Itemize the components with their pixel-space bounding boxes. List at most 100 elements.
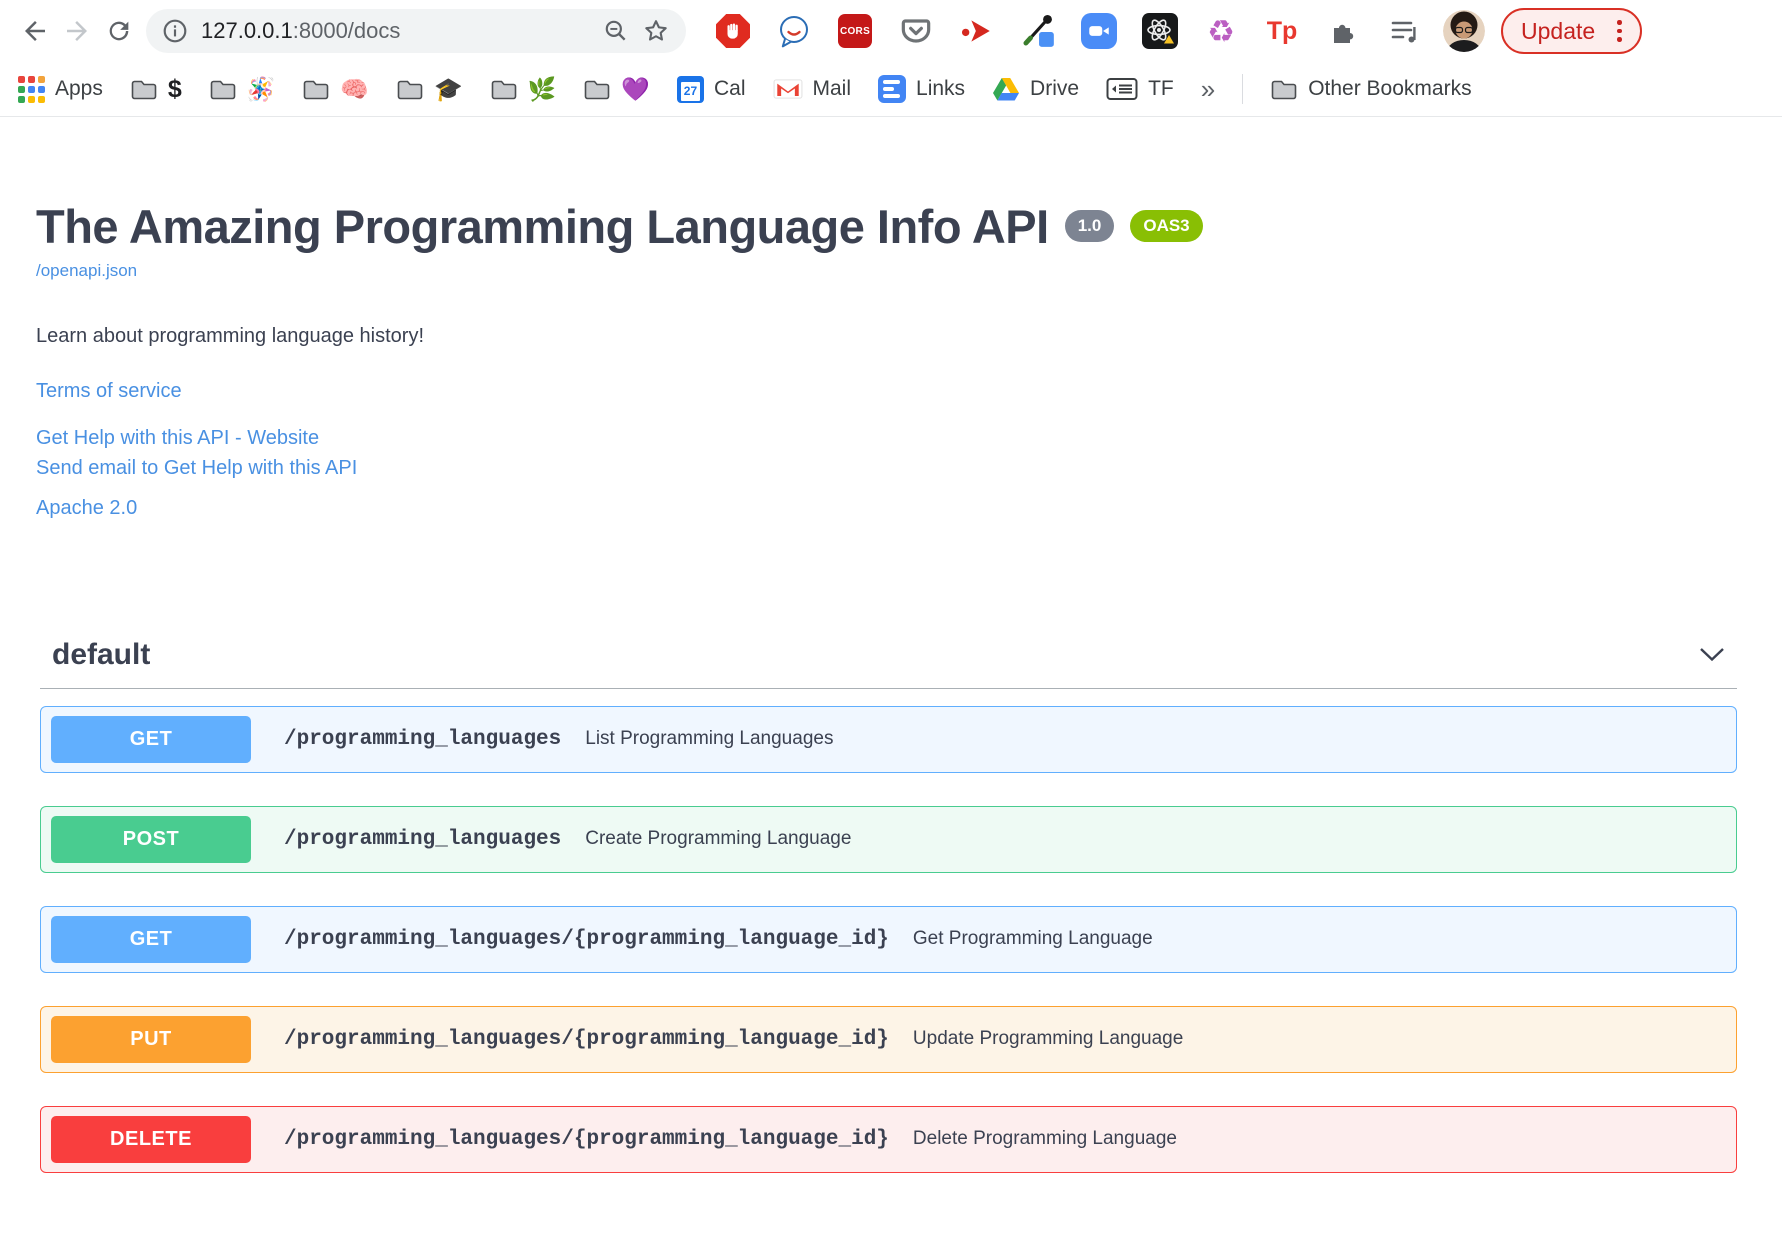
endpoint-summary: Get Programming Language xyxy=(912,928,1153,950)
version-badge: 1.0 xyxy=(1064,210,1115,242)
bookmarks-overflow-button[interactable]: » xyxy=(1201,74,1215,105)
recycle-extension[interactable]: ♻ xyxy=(1202,12,1240,50)
folder-emoji: 🎓 xyxy=(434,75,463,102)
bookmark-label: Apps xyxy=(55,77,103,100)
folder-emoji: 🪅 xyxy=(246,75,276,102)
endpoint-path: /programming_languages/{programming_lang… xyxy=(284,1127,889,1151)
contact-email-link[interactable]: Send email to Get Help with this API xyxy=(36,457,1782,480)
bookmark-folder-brain[interactable]: 🧠 xyxy=(302,75,370,102)
react-devtools-extension[interactable] xyxy=(1141,12,1179,50)
stop-hand-extension[interactable] xyxy=(714,12,752,50)
reload-button[interactable] xyxy=(98,10,140,52)
back-button[interactable] xyxy=(14,10,56,52)
api-info-block: The Amazing Programming Language Info AP… xyxy=(0,117,1782,520)
endpoint-path: /programming_languages xyxy=(284,727,562,751)
tag-title: default xyxy=(52,637,151,671)
pocket-extension[interactable] xyxy=(897,12,935,50)
api-description: Learn about programming language history… xyxy=(36,324,425,347)
stop-hand-icon xyxy=(716,14,750,48)
extensions-row: CORS ♻ Tp xyxy=(714,12,1423,50)
recycle-icon: ♻ xyxy=(1207,13,1235,49)
bookmark-label: TF xyxy=(1148,77,1174,100)
bookmark-links[interactable]: Links xyxy=(878,75,965,103)
bookmark-folder-dollar[interactable]: $ xyxy=(130,74,182,103)
method-badge: GET xyxy=(51,715,251,763)
links-icon xyxy=(878,75,907,103)
back-icon xyxy=(25,21,45,41)
endpoint-summary: Delete Programming Language xyxy=(912,1128,1177,1150)
swagger-page: The Amazing Programming Language Info AP… xyxy=(0,117,1782,1173)
react-devtools-icon xyxy=(1142,13,1178,49)
endpoint-row-post-create[interactable]: POST /programming_languages Create Progr… xyxy=(40,805,1737,873)
star-icon[interactable] xyxy=(642,17,670,45)
calendar-icon: 27 xyxy=(676,75,704,103)
profile-avatar[interactable] xyxy=(1443,10,1485,52)
endpoint-row-put-update[interactable]: PUT /programming_languages/{programming_… xyxy=(40,1005,1737,1073)
page-title: The Amazing Programming Language Info AP… xyxy=(36,200,1049,253)
chevron-down-icon[interactable] xyxy=(1699,647,1725,662)
endpoint-row-get-one[interactable]: GET /programming_languages/{programming_… xyxy=(40,905,1737,973)
bookmark-drive[interactable]: Drive xyxy=(992,77,1079,102)
tag-header[interactable]: default xyxy=(40,638,1737,689)
bookmark-mail[interactable]: Mail xyxy=(773,77,852,101)
tf-card-icon xyxy=(1106,78,1138,100)
folder-emoji: $ xyxy=(167,74,182,103)
folder-emoji: 🧠 xyxy=(340,75,370,102)
contact-website-link[interactable]: Get Help with this API - Website xyxy=(36,427,1782,450)
endpoint-row-delete[interactable]: DELETE /programming_languages/{programmi… xyxy=(40,1105,1737,1173)
pocket-icon xyxy=(901,19,931,43)
forward-button[interactable] xyxy=(56,10,98,52)
bookmark-label: Drive xyxy=(1030,77,1080,100)
video-camera-extension[interactable] xyxy=(1080,12,1118,50)
red-arrow-icon xyxy=(961,20,990,42)
bookmark-folder-pinata[interactable]: 🪅 xyxy=(209,75,276,102)
zoom-out-icon[interactable] xyxy=(603,18,629,44)
bookmarks-bar: Apps $ 🪅 🧠 🎓 🌿 💜 27 Cal Mail Links Drive… xyxy=(0,62,1782,117)
folder-icon xyxy=(585,80,610,99)
bookmark-label: Cal xyxy=(713,77,746,100)
apps-grid-icon xyxy=(18,75,45,103)
bookmark-folder-purple-heart[interactable]: 💜 xyxy=(583,75,650,102)
folder-icon xyxy=(397,80,423,99)
info-icon[interactable] xyxy=(162,18,188,44)
chat-bubble-extension[interactable] xyxy=(775,12,813,50)
folder-emoji: 🌿 xyxy=(527,75,557,102)
eyedropper-extension[interactable] xyxy=(1019,12,1057,50)
bookmark-folder-herb[interactable]: 🌿 xyxy=(490,75,557,102)
license-link[interactable]: Apache 2.0 xyxy=(36,497,1782,520)
folder-emoji: 💜 xyxy=(621,75,650,102)
cors-extension[interactable]: CORS xyxy=(836,12,874,50)
bookmark-apps[interactable]: Apps xyxy=(18,75,103,103)
kebab-menu-icon[interactable] xyxy=(1609,16,1630,46)
bookmark-cal[interactable]: 27 Cal xyxy=(676,75,746,103)
endpoint-path: /programming_languages/{programming_lang… xyxy=(284,927,889,951)
address-bar[interactable]: 127.0.0.1:8000/docs xyxy=(146,9,686,53)
method-badge: GET xyxy=(51,915,251,963)
playlist-icon xyxy=(1391,21,1416,43)
red-arrow-extension[interactable] xyxy=(958,12,996,50)
other-bookmarks-label: Other Bookmarks xyxy=(1308,77,1472,100)
forward-icon xyxy=(67,21,87,41)
folder-icon xyxy=(1271,80,1297,99)
bookmark-label: Mail xyxy=(812,77,852,100)
oas3-badge: OAS3 xyxy=(1130,210,1203,242)
tag-section-default: default GET /programming_languages List … xyxy=(40,638,1737,1173)
update-button[interactable]: Update xyxy=(1501,8,1642,54)
endpoint-summary: Create Programming Language xyxy=(585,828,852,850)
bookmark-tf[interactable]: TF xyxy=(1106,77,1174,101)
method-badge: POST xyxy=(51,815,251,863)
tp-extension[interactable]: Tp xyxy=(1263,12,1301,50)
endpoint-summary: Update Programming Language xyxy=(912,1028,1184,1050)
extensions-menu-button[interactable] xyxy=(1324,12,1362,50)
endpoint-row-get-list[interactable]: GET /programming_languages List Programm… xyxy=(40,705,1737,773)
media-controls-button[interactable] xyxy=(1385,12,1423,50)
bookmark-folder-grad-cap[interactable]: 🎓 xyxy=(396,75,463,102)
terms-of-service-link[interactable]: Terms of service xyxy=(36,380,1782,403)
folder-icon xyxy=(491,80,517,99)
openapi-spec-link[interactable]: /openapi.json xyxy=(36,261,137,281)
bookmarks-divider xyxy=(1242,74,1244,104)
puzzle-icon xyxy=(1334,24,1354,43)
method-badge: DELETE xyxy=(51,1115,251,1163)
endpoints-list: GET /programming_languages List Programm… xyxy=(40,705,1737,1173)
other-bookmarks[interactable]: Other Bookmarks xyxy=(1270,77,1472,101)
